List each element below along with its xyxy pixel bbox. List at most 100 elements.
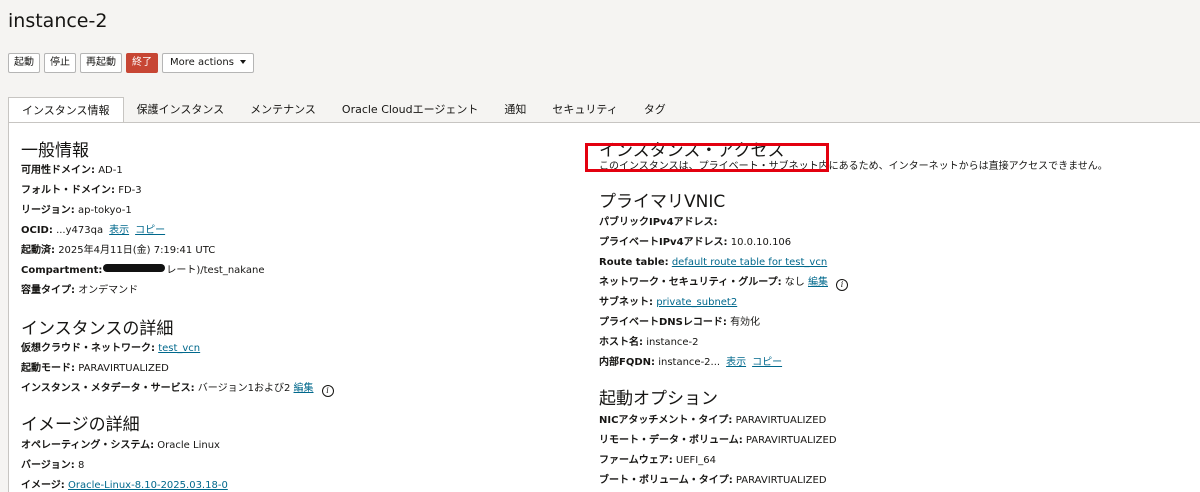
launch-mode-value: PARAVIRTUALIZED bbox=[78, 363, 169, 374]
image-label: イメージ: bbox=[21, 480, 65, 491]
page-title: instance-2 bbox=[8, 10, 108, 32]
launch-mode-label: 起動モード: bbox=[21, 363, 75, 374]
metadata-service-label: インスタンス・メタデータ・サービス: bbox=[21, 383, 195, 394]
fqdn-show-link[interactable]: 表示 bbox=[726, 357, 746, 368]
capacity-type-row: 容量タイプ: オンデマンド bbox=[21, 284, 138, 298]
reboot-button[interactable]: 再起動 bbox=[80, 53, 122, 73]
metadata-edit-link[interactable]: 編集 bbox=[294, 383, 314, 394]
tab-protected-instance[interactable]: 保護インスタンス bbox=[124, 97, 238, 123]
os-row: オペレーティング・システム: Oracle Linux bbox=[21, 439, 220, 453]
region-value: ap-tokyo-1 bbox=[78, 205, 132, 216]
info-icon[interactable]: i bbox=[835, 279, 848, 291]
remote-volume-label: リモート・データ・ボリューム: bbox=[599, 435, 743, 446]
tab-bar: インスタンス情報 保護インスタンス メンテナンス Oracle Cloudエージ… bbox=[8, 97, 679, 123]
compartment-value: レート)/test_nakane bbox=[166, 265, 265, 276]
nic-attachment-label: NICアタッチメント・タイプ: bbox=[599, 415, 733, 426]
internal-fqdn-value: instance-2... bbox=[658, 357, 721, 368]
highlight-box bbox=[585, 143, 829, 172]
firmware-row: ファームウェア: UEFI_64 bbox=[599, 454, 716, 468]
boot-volume-value: PARAVIRTUALIZED bbox=[735, 475, 827, 486]
remote-volume-row: リモート・データ・ボリューム: PARAVIRTUALIZED bbox=[599, 434, 837, 448]
ocid-row: OCID: ...y473qa 表示 コピー bbox=[21, 224, 165, 238]
launched-label: 起動済: bbox=[21, 245, 55, 256]
nsg-row: ネットワーク・セキュリティ・グループ: なし 編集 i bbox=[599, 276, 848, 291]
image-details-heading: イメージの詳細 bbox=[21, 415, 140, 435]
fault-domain-value: FD-3 bbox=[118, 185, 142, 196]
tab-instance-info[interactable]: インスタンス情報 bbox=[8, 97, 124, 123]
fqdn-copy-link[interactable]: コピー bbox=[752, 357, 782, 368]
public-ip-row: パブリックIPv4アドレス: bbox=[599, 216, 718, 230]
action-buttons: 起動 停止 再起動 終了 More actions bbox=[8, 53, 258, 73]
nsg-label: ネットワーク・セキュリティ・グループ: bbox=[599, 277, 782, 288]
nsg-edit-link[interactable]: 編集 bbox=[808, 277, 828, 288]
info-icon[interactable]: i bbox=[321, 385, 334, 397]
availability-domain-row: 可用性ドメイン: AD-1 bbox=[21, 164, 123, 178]
start-button[interactable]: 起動 bbox=[8, 53, 40, 73]
nic-attachment-row: NICアタッチメント・タイプ: PARAVIRTUALIZED bbox=[599, 414, 826, 428]
more-actions-button[interactable]: More actions bbox=[162, 53, 254, 73]
boot-volume-row: ブート・ボリューム・タイプ: PARAVIRTUALIZED bbox=[599, 474, 827, 488]
hostname-value: instance-2 bbox=[646, 337, 699, 348]
tab-oracle-cloud-agent[interactable]: Oracle Cloudエージェント bbox=[329, 97, 492, 123]
ocid-show-link[interactable]: 表示 bbox=[109, 225, 129, 236]
image-link[interactable]: Oracle-Linux-8.10-2025.03.18-0 bbox=[68, 480, 228, 491]
vcn-label: 仮想クラウド・ネットワーク: bbox=[21, 343, 155, 354]
os-value: Oracle Linux bbox=[157, 440, 220, 451]
route-table-link[interactable]: default route table for test_vcn bbox=[672, 257, 827, 268]
private-dns-value: 有効化 bbox=[730, 317, 761, 328]
ocid-copy-link[interactable]: コピー bbox=[135, 225, 165, 236]
image-row: イメージ: Oracle-Linux-8.10-2025.03.18-0 bbox=[21, 479, 228, 492]
instance-info-panel: 一般情報 可用性ドメイン: AD-1 フォルト・ドメイン: FD-3 リージョン… bbox=[8, 122, 1200, 492]
availability-domain-value: AD-1 bbox=[98, 165, 123, 176]
launched-value: 2025年4月11日(金) 7:19:41 UTC bbox=[58, 245, 216, 256]
launch-options-heading: 起動オプション bbox=[599, 389, 718, 409]
nsg-value: なし bbox=[784, 277, 805, 288]
tab-maintenance[interactable]: メンテナンス bbox=[237, 97, 329, 123]
metadata-service-row: インスタンス・メタデータ・サービス: バージョン1および2 編集 i bbox=[21, 382, 334, 397]
primary-vnic-heading: プライマリVNIC bbox=[599, 192, 726, 212]
remote-volume-value: PARAVIRTUALIZED bbox=[745, 435, 837, 446]
os-label: オペレーティング・システム: bbox=[21, 440, 155, 451]
instance-details-heading: インスタンスの詳細 bbox=[21, 319, 174, 339]
private-dns-label: プライベートDNSレコード: bbox=[599, 317, 727, 328]
firmware-value: UEFI_64 bbox=[675, 455, 716, 466]
availability-domain-label: 可用性ドメイン: bbox=[21, 165, 95, 176]
region-label: リージョン: bbox=[21, 205, 75, 216]
boot-volume-label: ブート・ボリューム・タイプ: bbox=[599, 475, 733, 486]
tab-tags[interactable]: タグ bbox=[631, 97, 679, 123]
firmware-label: ファームウェア: bbox=[599, 455, 673, 466]
version-label: バージョン: bbox=[21, 460, 75, 471]
stop-button[interactable]: 停止 bbox=[44, 53, 76, 73]
metadata-service-value: バージョン1および2 bbox=[197, 383, 291, 394]
terminate-button[interactable]: 終了 bbox=[126, 53, 158, 73]
version-value: 8 bbox=[78, 460, 85, 471]
compartment-row: Compartment: レート)/test_nakane bbox=[21, 264, 265, 278]
vcn-link[interactable]: test_vcn bbox=[158, 343, 200, 354]
ocid-value: ...y473qa bbox=[56, 225, 104, 236]
tab-notifications[interactable]: 通知 bbox=[491, 97, 539, 123]
chevron-down-icon bbox=[239, 60, 246, 64]
private-dns-row: プライベートDNSレコード: 有効化 bbox=[599, 316, 760, 330]
hostname-label: ホスト名: bbox=[599, 337, 643, 348]
launched-row: 起動済: 2025年4月11日(金) 7:19:41 UTC bbox=[21, 244, 215, 258]
capacity-type-label: 容量タイプ: bbox=[21, 285, 75, 296]
internal-fqdn-label: 内部FQDN: bbox=[599, 357, 656, 368]
redaction-mark bbox=[103, 264, 166, 272]
more-actions-label: More actions bbox=[170, 57, 234, 68]
subnet-link[interactable]: private_subnet2 bbox=[656, 297, 737, 308]
subnet-row: サブネット: private_subnet2 bbox=[599, 296, 737, 310]
region-row: リージョン: ap-tokyo-1 bbox=[21, 204, 132, 218]
public-ip-label: パブリックIPv4アドレス: bbox=[599, 217, 718, 228]
version-row: バージョン: 8 bbox=[21, 459, 84, 473]
fault-domain-row: フォルト・ドメイン: FD-3 bbox=[21, 184, 142, 198]
private-ip-label: プライベートIPv4アドレス: bbox=[599, 237, 728, 248]
nic-attachment-value: PARAVIRTUALIZED bbox=[735, 415, 827, 426]
route-table-label: Route table: bbox=[599, 257, 669, 268]
general-info-heading: 一般情報 bbox=[21, 141, 89, 161]
vcn-row: 仮想クラウド・ネットワーク: test_vcn bbox=[21, 342, 200, 356]
hostname-row: ホスト名: instance-2 bbox=[599, 336, 699, 350]
internal-fqdn-row: 内部FQDN: instance-2... 表示 コピー bbox=[599, 356, 782, 370]
ocid-label: OCID: bbox=[21, 225, 53, 236]
private-ip-value: 10.0.10.106 bbox=[730, 237, 792, 248]
tab-security[interactable]: セキュリティ bbox=[539, 97, 630, 123]
